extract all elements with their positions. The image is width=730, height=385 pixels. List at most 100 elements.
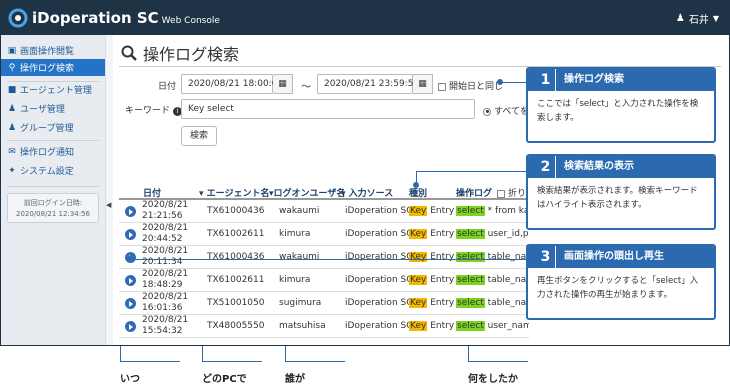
key-highlight: Key [409, 298, 428, 308]
play-icon[interactable] [125, 275, 136, 286]
sidebar-item-log-notify[interactable]: ✉ 操作ログ通知 [1, 143, 105, 160]
cell-log-text: table_name, [487, 298, 529, 308]
cell-kind-text: Entry [430, 298, 455, 308]
play-icon[interactable] [125, 298, 136, 309]
user-icon: ♟ [675, 13, 685, 24]
cell-agent: TX61002611 [207, 275, 265, 285]
cell-source: iDoperation SC [345, 298, 413, 308]
label-who: 誰が [285, 374, 305, 385]
brand-name: iDoperation SC [32, 9, 159, 27]
callout-number: 2 [536, 156, 556, 178]
group-icon: ♟ [7, 122, 17, 133]
callout-3: 3 画面操作の頭出し再生 再生ボタンをクリックすると「select」入力された操作… [526, 244, 716, 320]
callout-2: 2 検索結果の表示 検索結果が表示されます。検索キーワードはハイライト表示されます… [526, 154, 716, 230]
cell-kind-text: Entry [430, 229, 455, 239]
sidebar-item-label: ユーザ管理 [20, 105, 65, 115]
connector-line [416, 171, 526, 185]
last-login-value: 2020/08/21 12:34:56 [15, 210, 90, 218]
sidebar-item-log-search[interactable]: ⚲ 操作ログ検索 [1, 59, 105, 76]
cell-date-time: 15:54:32 [142, 326, 183, 336]
select-highlight: select [456, 252, 485, 262]
sidebar-item-groups[interactable]: ♟ グループ管理 [1, 119, 105, 136]
key-highlight: Key [409, 275, 428, 285]
match-all-radio[interactable]: すべてを [483, 104, 529, 117]
table-row: 2020/8/21 21:21:56 TX61000436 wakaumi iDoper… [119, 200, 529, 223]
calendar-icon[interactable]: ▦ [273, 74, 293, 94]
sidebar-item-screen-view[interactable]: ▣ 画面操作閲覧 [1, 42, 105, 59]
cell-log: select table_name, [456, 275, 529, 285]
cell-log: select user_name from emp where date >= … [456, 321, 529, 331]
callout-title: 操作ログ検索 [564, 74, 624, 85]
cell-date-day: 2020/8/21 [142, 315, 189, 325]
keyword-label-text: キーワード [125, 106, 171, 116]
sidebar-item-users[interactable]: ♟ ユーザ管理 [1, 100, 105, 117]
date-to-input[interactable]: 2020/08/21 23:59:59 [317, 74, 419, 94]
page-title-text: 操作ログ検索 [143, 45, 240, 64]
cell-log-text: * from kaike [487, 206, 529, 216]
cell-user: wakaumi [279, 252, 320, 262]
callout-1: 1 操作ログ検索 ここでは「select」と入力された操作を検索します。 [526, 67, 716, 143]
cell-agent: TX61002611 [207, 229, 265, 239]
cell-date-day: 2020/8/21 [142, 200, 189, 210]
cell-agent: TX61000436 [207, 252, 265, 262]
cell-log-text: table_name, [487, 252, 529, 262]
cell-date: 2020/8/21 15:54:32 [142, 315, 188, 337]
cell-kind: Key Entry [409, 275, 454, 285]
label-which-pc: どのPCで [202, 374, 247, 385]
calendar-icon[interactable]: ▦ [413, 74, 433, 94]
key-highlight: Key [409, 252, 428, 262]
cell-date: 2020/8/21 20:44:52 [142, 223, 188, 245]
cell-date-time: 16:01:36 [142, 303, 183, 313]
sidebar-item-system-settings[interactable]: ✦ システム設定 [1, 162, 105, 179]
callout-body: 検索結果が表示されます。検索キーワードはハイライト表示されます。 [528, 178, 714, 218]
sidebar-collapse-handle[interactable]: ◀ [105, 35, 113, 345]
cell-log: select user_id,password from kaikei.user… [456, 229, 529, 239]
chevron-left-icon: ◀ [106, 201, 112, 209]
keyword-label: キーワード i [125, 103, 182, 116]
play-icon[interactable] [125, 229, 136, 240]
table-row: 2020/8/21 15:54:32 TX48005550 matsuhisa iDop… [119, 315, 529, 338]
label-what: 何をしたか [468, 374, 518, 385]
bracket-who [285, 346, 345, 362]
label-when: いつ [120, 374, 140, 385]
table-row: 2020/8/21 16:01:36 TX51001050 sugimura iDope… [119, 292, 529, 315]
keyword-input[interactable]: Key select [181, 99, 475, 119]
key-highlight: Key [409, 321, 428, 331]
page-title: 操作ログ検索 [121, 41, 239, 65]
sidebar-item-agents[interactable]: ■ エージェント管理 [1, 81, 105, 98]
cell-source: iDoperation SC [345, 275, 413, 285]
callout-number: 1 [536, 69, 556, 91]
select-highlight: select [456, 229, 485, 239]
chevron-down-icon: ▼ [712, 14, 719, 23]
callout-header: 3 画面操作の頭出し再生 [528, 246, 714, 268]
cell-user: kimura [279, 275, 311, 285]
search-icon: ⚲ [8, 62, 16, 73]
checkbox-box [438, 82, 446, 91]
cell-log-text: table_name, [487, 275, 529, 285]
bracket-which-pc [202, 346, 262, 362]
logo-icon [8, 8, 28, 28]
play-icon[interactable] [125, 206, 136, 217]
same-as-start-label: 開始日と同じ [449, 82, 504, 92]
cell-agent: TX51001050 [207, 298, 265, 308]
select-highlight: select [456, 275, 485, 285]
cell-date-day: 2020/8/21 [142, 269, 189, 279]
search-button[interactable]: 検索 [181, 126, 217, 146]
cell-agent: TX61000436 [207, 206, 265, 216]
cell-date-day: 2020/8/21 [142, 292, 189, 302]
user-menu[interactable]: ♟ 石井 ▼ [676, 11, 719, 26]
play-icon[interactable] [125, 321, 136, 332]
same-as-start-checkbox[interactable]: 開始日と同じ [438, 79, 503, 92]
cell-source: iDoperation SC [345, 321, 413, 331]
cell-kind: Key Entry [409, 206, 454, 216]
sidebar: ▣ 画面操作閲覧 ⚲ 操作ログ検索 ■ エージェント管理 ♟ ユーザ管理 ♟ グ… [1, 35, 105, 345]
cell-kind-text: Entry [430, 321, 455, 331]
last-login-label: 前回ログイン日時: [23, 199, 83, 207]
date-from-input[interactable]: 2020/08/21 18:00:00 [181, 74, 283, 94]
radio-dot [483, 107, 491, 116]
cell-user: matsuhisa [279, 321, 326, 331]
cell-user: wakaumi [279, 206, 320, 216]
cell-kind: Key Entry [409, 321, 454, 331]
app-window: iDoperation SC Web Console ♟ 石井 ▼ ▣ 画面操作閲… [0, 0, 730, 346]
sidebar-item-label: グループ管理 [20, 124, 74, 134]
